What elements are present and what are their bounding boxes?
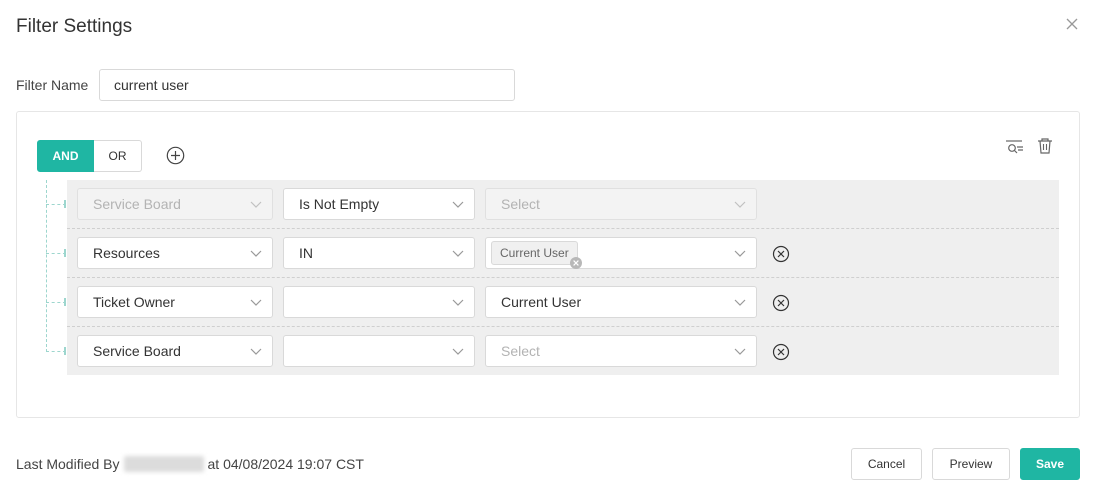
condition-row: Resources IN Current User — [67, 228, 1059, 277]
filter-search-icon[interactable] — [1005, 138, 1025, 156]
save-button[interactable]: Save — [1020, 448, 1080, 480]
chevron-down-icon — [452, 299, 464, 306]
condition-rows: Service Board Is Not Empty Select Resour… — [67, 180, 1059, 375]
operator-select[interactable]: IN — [283, 237, 475, 269]
chevron-down-icon — [734, 348, 746, 355]
remove-circle-icon[interactable] — [772, 343, 790, 361]
field-value: Ticket Owner — [93, 294, 175, 310]
add-circle-icon[interactable] — [166, 146, 185, 165]
cancel-button[interactable]: Cancel — [851, 448, 922, 480]
operator-select[interactable] — [283, 335, 475, 367]
preview-button[interactable]: Preview — [932, 448, 1010, 480]
last-modified-prefix: Last Modified By — [16, 456, 120, 472]
value-tag-label: Current User — [500, 246, 569, 260]
filter-name-input[interactable] — [99, 69, 515, 101]
field-value: Service Board — [93, 196, 181, 212]
tree-branch — [46, 253, 66, 254]
value-placeholder: Select — [501, 196, 540, 212]
chevron-down-icon — [250, 299, 262, 306]
field-select[interactable]: Ticket Owner — [77, 286, 273, 318]
trash-icon[interactable] — [1037, 137, 1053, 155]
field-select: Service Board — [77, 188, 273, 220]
value-tag: Current User — [491, 241, 582, 269]
close-icon[interactable] — [1063, 15, 1081, 33]
remove-circle-icon[interactable] — [772, 245, 790, 263]
chevron-down-icon — [250, 201, 262, 208]
operator-value: IN — [299, 245, 313, 261]
field-select[interactable]: Resources — [77, 237, 273, 269]
condition-row: Service Board Is Not Empty Select — [67, 180, 1059, 229]
value-select[interactable]: Select — [485, 335, 757, 367]
operator-select[interactable]: Is Not Empty — [283, 188, 475, 220]
field-value: Resources — [93, 245, 160, 261]
tree-branch — [46, 302, 66, 303]
chevron-down-icon — [734, 299, 746, 306]
redacted-username — [123, 456, 204, 472]
filter-name-label: Filter Name — [16, 77, 89, 93]
and-button[interactable]: AND — [37, 140, 94, 172]
tag-remove-icon[interactable] — [569, 256, 583, 270]
condition-row: Service Board Select — [67, 326, 1059, 375]
chevron-down-icon — [452, 201, 464, 208]
operator-value: Is Not Empty — [299, 196, 380, 212]
tree-node — [64, 200, 66, 208]
tree-node — [64, 249, 66, 257]
chevron-down-icon — [452, 348, 464, 355]
value-text: Current User — [501, 294, 582, 310]
field-value: Service Board — [93, 343, 181, 359]
condition-row: Ticket Owner Current User — [67, 277, 1059, 326]
operator-select[interactable] — [283, 286, 475, 318]
or-button[interactable]: OR — [94, 140, 142, 172]
remove-circle-icon[interactable] — [772, 294, 790, 312]
dialog-title: Filter Settings — [16, 16, 133, 37]
value-select[interactable]: Current User — [485, 286, 757, 318]
chevron-down-icon — [734, 250, 746, 257]
value-select: Select — [485, 188, 757, 220]
chevron-down-icon — [734, 201, 746, 208]
logic-toggle: AND OR — [37, 140, 142, 172]
chevron-down-icon — [452, 250, 464, 257]
tree-node — [64, 347, 66, 355]
value-placeholder: Select — [501, 343, 540, 359]
tree-node — [64, 298, 66, 306]
value-select[interactable]: Current User — [485, 237, 757, 269]
last-modified: Last Modified By at 04/08/2024 19:07 CST — [16, 456, 364, 472]
tree-connector — [46, 180, 47, 352]
chevron-down-icon — [250, 250, 262, 257]
tree-branch — [46, 204, 66, 205]
last-modified-suffix: at 04/08/2024 19:07 CST — [207, 456, 364, 472]
tree-branch — [46, 351, 66, 352]
chevron-down-icon — [250, 348, 262, 355]
field-select[interactable]: Service Board — [77, 335, 273, 367]
